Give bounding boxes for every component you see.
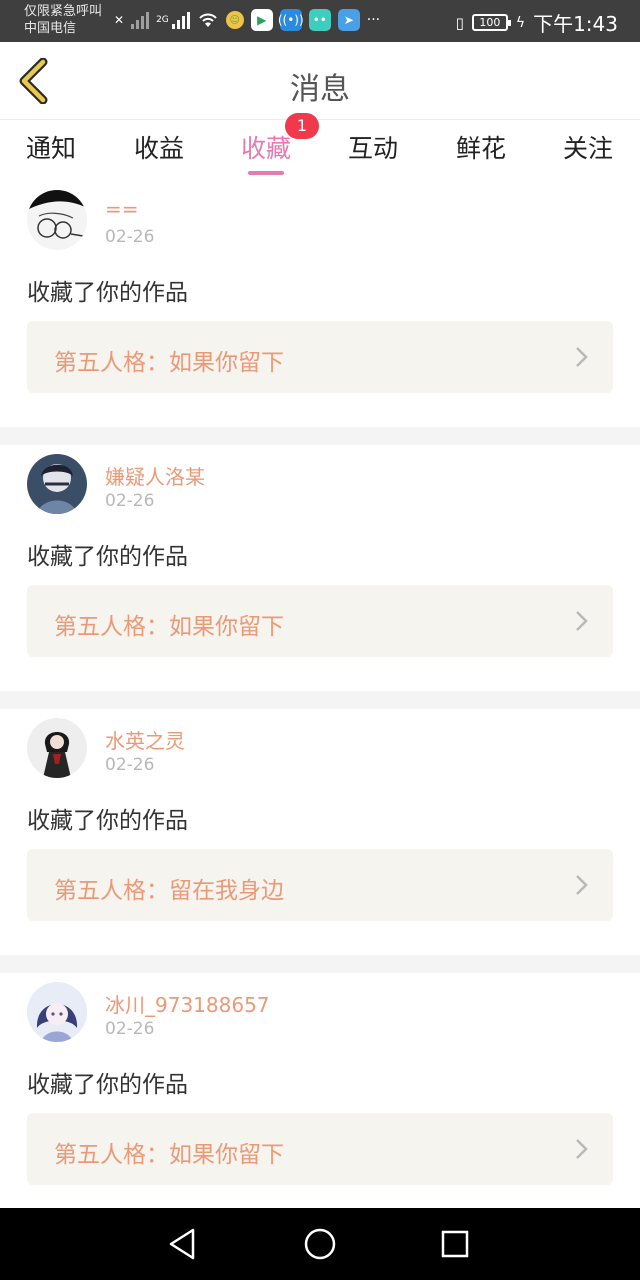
message-text: 收藏了你的作品 <box>27 1072 188 1098</box>
network-type: 2G <box>156 15 169 25</box>
tab-flowers[interactable]: 鲜花 <box>436 129 526 165</box>
avatar[interactable] <box>27 190 87 250</box>
emergency-only-text: 仅限紧急呼叫 <box>24 4 103 19</box>
divider <box>0 955 640 973</box>
send-app-icon: ➤ <box>337 9 360 31</box>
chevron-right-icon <box>576 347 588 367</box>
nav-home-button[interactable] <box>300 1224 340 1264</box>
user-name[interactable]: 冰川_973188657 <box>105 989 270 1018</box>
status-bar: 仅限紧急呼叫 中国电信 ✕ 2G ☺ ▶ ((•)) •• ➤ ··· ▯ 10… <box>0 0 640 42</box>
circle-home-icon <box>304 1228 336 1260</box>
user-name[interactable]: == <box>105 197 139 221</box>
chevron-right-icon <box>576 875 588 895</box>
work-card[interactable]: 第五人格：如果你留下 <box>27 321 613 393</box>
app-header: 消息 <box>0 42 640 120</box>
list-item: == 02-26 收藏了你的作品 第五人格：如果你留下 <box>0 181 640 427</box>
avatar[interactable] <box>27 454 87 514</box>
system-nav-bar <box>0 1208 640 1280</box>
chat-app-icon: •• <box>308 9 331 31</box>
work-title: 第五人格：如果你留下 <box>54 350 284 376</box>
work-title: 第五人格：如果你留下 <box>54 1142 284 1168</box>
carrier-info: 仅限紧急呼叫 中国电信 <box>24 3 102 37</box>
square-recent-icon <box>441 1230 469 1258</box>
work-card[interactable]: 第五人格：留在我身边 <box>27 849 613 921</box>
more-icon: ··· <box>366 12 381 28</box>
notification-app-icon: ☺ <box>225 11 244 29</box>
message-text: 收藏了你的作品 <box>27 280 188 306</box>
work-card[interactable]: 第五人格：如果你留下 <box>27 585 613 657</box>
active-tab-indicator <box>248 171 284 175</box>
no-signal-icon: ✕ <box>114 13 125 27</box>
user-name[interactable]: 水英之灵 <box>105 725 185 754</box>
signal-icon <box>131 11 150 29</box>
clock: 下午1:43 <box>533 12 618 36</box>
message-list: == 02-26 收藏了你的作品 第五人格：如果你留下 嫌疑人洛某 02-26 … <box>0 181 640 1219</box>
avatar[interactable] <box>27 718 87 778</box>
carrier-name: 中国电信 <box>24 21 77 36</box>
list-item: 嫌疑人洛某 02-26 收藏了你的作品 第五人格：如果你留下 <box>0 445 640 691</box>
vibrate-icon: ▯ <box>455 13 464 32</box>
divider <box>0 691 640 709</box>
favorites-badge: 1 <box>285 113 319 139</box>
tab-bar: 通知 收益 收藏 1 互动 鲜花 关注 <box>0 113 640 181</box>
page-title: 消息 <box>290 72 350 107</box>
nav-recent-button[interactable] <box>435 1224 475 1264</box>
tab-follows[interactable]: 关注 <box>543 129 633 165</box>
chevron-right-icon <box>576 611 588 631</box>
message-text: 收藏了你的作品 <box>27 808 188 834</box>
tab-earnings[interactable]: 收益 <box>114 129 204 165</box>
wifi-icon <box>199 13 217 27</box>
nav-back-button[interactable] <box>163 1224 203 1264</box>
wifi-app-icon: ((•)) <box>278 9 304 31</box>
message-date: 02-26 <box>105 755 155 775</box>
work-title: 第五人格：留在我身边 <box>54 878 284 904</box>
play-store-icon: ▶ <box>250 9 273 31</box>
signal-2g-icon <box>171 11 190 29</box>
message-text: 收藏了你的作品 <box>27 544 188 570</box>
avatar[interactable] <box>27 982 87 1042</box>
message-date: 02-26 <box>105 227 155 247</box>
list-item: 冰川_973188657 02-26 收藏了你的作品 第五人格：如果你留下 <box>0 973 640 1219</box>
list-item: 水英之灵 02-26 收藏了你的作品 第五人格：留在我身边 <box>0 709 640 955</box>
message-date: 02-26 <box>105 1019 155 1039</box>
tab-notifications[interactable]: 通知 <box>6 129 96 165</box>
message-date: 02-26 <box>105 491 155 511</box>
work-title: 第五人格：如果你留下 <box>54 614 284 640</box>
status-icons: ✕ 2G ☺ ▶ ((•)) •• ➤ ··· <box>114 9 380 31</box>
work-card[interactable]: 第五人格：如果你留下 <box>27 1113 613 1185</box>
divider <box>0 427 640 445</box>
charging-icon: ϟ <box>515 14 526 31</box>
tab-interactions[interactable]: 互动 <box>328 129 418 165</box>
user-name[interactable]: 嫌疑人洛某 <box>105 461 205 490</box>
status-right: ▯ 100 ϟ 下午1:43 <box>456 8 618 37</box>
battery-indicator: 100 <box>471 14 511 31</box>
chevron-right-icon <box>576 1139 588 1159</box>
triangle-back-icon <box>169 1228 195 1260</box>
